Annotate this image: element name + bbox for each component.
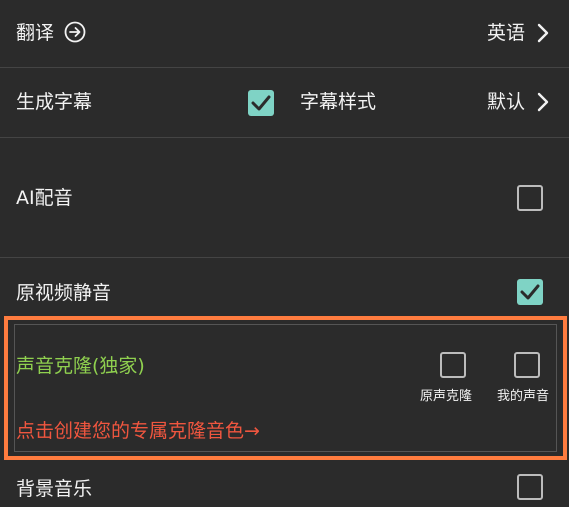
- ai-dub-checkbox[interactable]: [517, 185, 543, 211]
- bgm-row: 背景音乐: [0, 464, 569, 507]
- subtitle-style-value[interactable]: 默认: [487, 90, 525, 114]
- chevron-right-icon[interactable]: [536, 91, 550, 113]
- voice-clone-panel: 声音克隆(独家) 原声克隆 我的声音 点击创建您的专属克隆音色→: [14, 324, 557, 452]
- translate-language-value[interactable]: 英语: [487, 21, 525, 45]
- bgm-label: 背景音乐: [16, 478, 93, 500]
- circle-arrow-right-icon[interactable]: [64, 21, 86, 43]
- voice-clone-section: 声音克隆(独家) 原声克隆 我的声音 点击创建您的专属克隆音色→: [4, 316, 567, 460]
- ai-dub-label: AI配音: [16, 187, 73, 209]
- translate-row[interactable]: 翻译 英语: [0, 0, 569, 67]
- chevron-right-icon[interactable]: [536, 22, 550, 44]
- original-voice-clone-checkbox[interactable]: [440, 352, 466, 378]
- subtitle-style-label: 字幕样式: [300, 91, 377, 113]
- mute-original-label: 原视频静音: [16, 282, 112, 304]
- generate-subtitles-label: 生成字幕: [16, 91, 93, 113]
- checkmark-icon: [251, 95, 271, 111]
- subtitles-row: 生成字幕 字幕样式 默认: [0, 68, 569, 137]
- bgm-checkbox[interactable]: [517, 474, 543, 500]
- translate-label: 翻译: [16, 22, 55, 44]
- create-clone-voice-link[interactable]: 点击创建您的专属克隆音色→: [16, 419, 260, 443]
- voice-clone-title: 声音克隆(独家): [16, 355, 145, 377]
- mute-original-checkbox[interactable]: [517, 279, 543, 305]
- checkmark-icon: [520, 284, 540, 300]
- original-voice-clone-label: 原声克隆: [420, 389, 473, 404]
- my-voice-checkbox[interactable]: [514, 352, 540, 378]
- mute-original-row: 原视频静音: [0, 258, 569, 316]
- my-voice-label: 我的声音: [497, 389, 550, 404]
- ai-dub-row: AI配音: [0, 138, 569, 257]
- generate-subtitles-checkbox[interactable]: [248, 90, 274, 116]
